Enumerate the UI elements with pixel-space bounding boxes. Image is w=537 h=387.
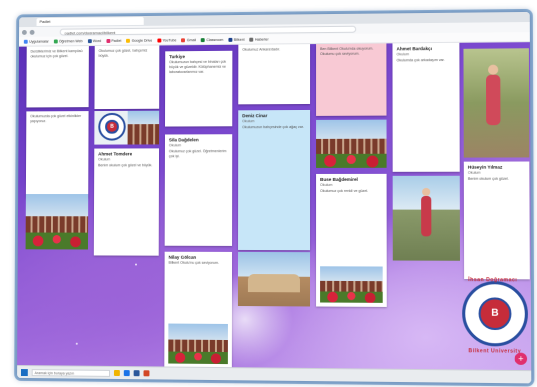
post-title: Ahmet Tomdere: [98, 151, 155, 156]
post-title: Sila Dağdelen: [169, 137, 228, 142]
browser-tab[interactable]: Padlet: [37, 17, 144, 26]
post-body: Dersliklerimiz ve Bilkent kampüsü okulum…: [31, 49, 85, 60]
add-post-button[interactable]: +: [515, 353, 527, 365]
taskbar-search-input[interactable]: Aramak için buraya yazın: [32, 369, 110, 377]
post-card[interactable]: Okulumuzda çok güzel etkinlikler yapıyor…: [26, 111, 89, 198]
post-body: Bilkent Okulu'nu çok seviyorum.: [169, 261, 229, 266]
post-card[interactable]: Okulumuz Ankara'dadır.: [238, 44, 310, 104]
post-body: Okulumuz çok güzel, bahçemiz büyük.: [99, 48, 156, 59]
forward-icon[interactable]: [30, 29, 35, 34]
bookmark-favicon-icon: [228, 37, 232, 41]
logo-top-text: İhsan Doğramacı: [468, 277, 517, 283]
file-explorer-icon[interactable]: [114, 370, 120, 376]
post-body: Benim okulum çok güzel.: [468, 177, 525, 182]
bookmark-item[interactable]: Padlet: [106, 38, 121, 42]
post-title: Turkiye: [169, 54, 228, 59]
post-body: Okulumuzun bahçesi ve binaları çok büyük…: [169, 60, 228, 76]
bookmark-item[interactable]: Haberler: [249, 37, 268, 41]
post-image[interactable]: [316, 120, 387, 168]
post-title: Buse Bağdemirel: [320, 177, 382, 182]
post-card[interactable]: Sila Dağdelen Okulum Okulumuz çok güzel.…: [165, 134, 233, 246]
post-subtitle: Okulum: [98, 157, 155, 161]
post-subtitle: Okulum: [169, 143, 228, 147]
bookmark-item[interactable]: Gmail: [181, 38, 196, 42]
post-card[interactable]: Ahmet Bardakçı Okulum Okulumda çok arkad…: [392, 43, 459, 172]
post-image[interactable]: B: [94, 111, 159, 145]
bookmark-label: Uygulamalar: [29, 39, 49, 43]
bookmark-favicon-icon: [87, 39, 91, 43]
bilkent-logo: B: [462, 281, 528, 347]
post-title: Nilay Gölcan: [169, 255, 228, 260]
bookmark-label: Classroom: [206, 37, 223, 41]
bookmark-favicon-icon: [24, 39, 28, 43]
post-card[interactable]: Dersliklerimiz ve Bilkent kampüsü okulum…: [26, 46, 88, 107]
post-subtitle: Okulum: [242, 119, 306, 123]
bookmark-label: Padlet: [111, 38, 121, 42]
bookmark-label: YouTube: [163, 38, 177, 42]
post-subtitle: Okulum: [468, 171, 525, 175]
post-body: Okulumuz Ankara'dadır.: [242, 47, 306, 53]
post-image[interactable]: [26, 194, 89, 249]
post-subtitle: Okulum: [320, 183, 382, 187]
browser-window: Padlet padlet.com/dogramaci/bilkent Uygu…: [17, 12, 531, 383]
post-body: Okulumda çok arkadaşım var.: [397, 58, 456, 64]
bookmark-favicon-icon: [249, 37, 253, 41]
post-body: Okulumuzun bahçesinde çok ağaç var.: [242, 125, 306, 130]
bookmark-favicon-icon: [201, 38, 205, 42]
bookmark-label: Gmail: [187, 38, 196, 42]
post-title: Deniz Cinar: [242, 113, 306, 118]
post-card[interactable]: Ben Bilkent Okulu'nda okuyorum. Okulumu …: [316, 43, 386, 115]
bookmark-label: Öğretmen Web: [59, 39, 83, 43]
bookmark-label: Haberler: [255, 37, 269, 41]
word-icon[interactable]: [134, 370, 140, 376]
logo-bottom-text: Bilkent University: [468, 348, 521, 355]
windows-start-icon[interactable]: [21, 369, 28, 376]
post-card[interactable]: Deniz Cinar Okulum Okulumuzun bahçesinde…: [238, 110, 310, 250]
bookmark-item[interactable]: Google Drive: [126, 38, 152, 42]
post-body: Ben Bilkent Okulu'nda okuyorum. Okulumu …: [320, 46, 382, 57]
bookmark-favicon-icon: [106, 39, 110, 43]
post-body: Okulumuzda çok güzel etkinlikler yapıyor…: [30, 114, 85, 124]
post-title: Hüseyin Yılmaz: [468, 165, 525, 170]
bookmark-item[interactable]: YouTube: [157, 38, 176, 42]
post-body: Okulumuz çok güzel. Öğretmenlerim çok iy…: [169, 149, 228, 159]
powerpoint-icon[interactable]: [144, 370, 150, 376]
bookmark-item[interactable]: Uygulamalar: [24, 39, 49, 43]
post-card[interactable]: Hüseyin Yılmaz Okulum Benim okulum çok g…: [464, 162, 530, 280]
post-card[interactable]: Okulumuz çok güzel, bahçemiz büyük.: [94, 45, 159, 109]
post-body: Benim okulum çok güzel ve büyük.: [98, 163, 155, 168]
back-icon[interactable]: [22, 29, 27, 34]
bookmark-item[interactable]: Bilkent: [228, 37, 244, 41]
post-card[interactable]: Buse Bağdemirel Okulum Okulumuz çok renk…: [316, 174, 387, 307]
post-body: Okulumuz çok renkli ve güzel.: [320, 189, 382, 194]
chrome-icon[interactable]: [124, 370, 130, 376]
post-image[interactable]: [238, 252, 310, 307]
bookmark-favicon-icon: [181, 38, 185, 42]
post-card[interactable]: Nilay Gölcan Bilkent Okulu'nu çok seviyo…: [164, 252, 232, 368]
bookmark-favicon-icon: [157, 38, 161, 42]
bookmark-favicon-icon: [126, 38, 130, 42]
bookmark-label: Word: [93, 39, 101, 43]
post-card[interactable]: Turkiye Okulumuzun bahçesi ve binaları ç…: [165, 51, 232, 127]
bookmark-label: Google Drive: [132, 38, 153, 42]
bookmark-favicon-icon: [54, 39, 58, 43]
post-subtitle: Okulum: [397, 52, 456, 56]
bookmark-item[interactable]: Word: [87, 39, 101, 43]
bookmark-item[interactable]: Öğretmen Web: [54, 39, 83, 43]
bookmark-item[interactable]: Classroom: [201, 37, 223, 41]
padlet-canvas: Dersliklerimiz ve Bilkent kampüsü okulum…: [17, 42, 531, 371]
post-image[interactable]: [463, 48, 529, 157]
post-image[interactable]: [393, 176, 460, 261]
post-title: Ahmet Bardakçı: [397, 46, 456, 52]
bookmark-label: Bilkent: [234, 37, 245, 41]
post-card[interactable]: Ahmet Tomdere Okulum Benim okulum çok gü…: [94, 148, 159, 255]
